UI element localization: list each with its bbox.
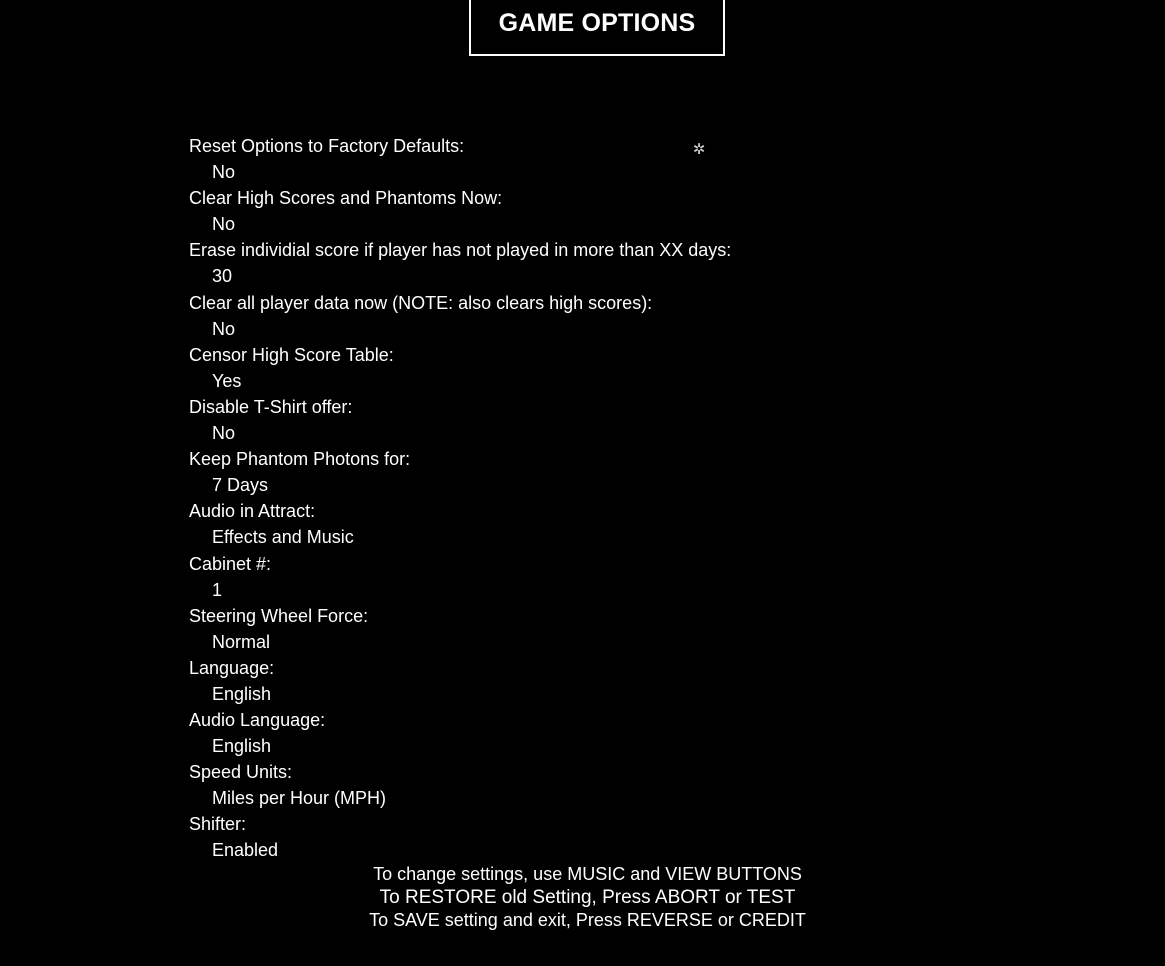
option-value[interactable]: No	[189, 159, 949, 185]
option-label: Erase individial score if player has not…	[189, 240, 732, 261]
option-value[interactable]: English	[189, 733, 949, 759]
option-label: Language:	[189, 657, 275, 678]
game-options-screen: GAME OPTIONS ✲ Reset Options to Factory …	[0, 0, 1165, 966]
option-value[interactable]: English	[189, 681, 949, 707]
page-title: GAME OPTIONS	[498, 8, 696, 37]
option-value[interactable]: No	[189, 420, 949, 446]
option-value[interactable]: 1	[189, 577, 949, 603]
option-speed-units[interactable]: Speed Units: Miles per Hour (MPH)	[189, 759, 949, 811]
option-label: Speed Units:	[189, 762, 293, 783]
option-label: Keep Phantom Photons for:	[189, 449, 411, 470]
option-value[interactable]: Effects and Music	[189, 524, 949, 550]
option-label: Shifter:	[189, 814, 247, 835]
option-steering-wheel-force[interactable]: Steering Wheel Force: Normal	[189, 603, 949, 655]
option-label: Clear High Scores and Phantoms Now:	[189, 188, 503, 209]
option-clear-high-scores[interactable]: Clear High Scores and Phantoms Now: No	[189, 185, 949, 237]
option-value[interactable]: 30	[189, 263, 949, 289]
option-cabinet-number[interactable]: Cabinet #: 1	[189, 551, 949, 603]
option-audio-language[interactable]: Audio Language: English	[189, 707, 949, 759]
option-label: Audio in Attract:	[189, 501, 316, 522]
option-label: Audio Language:	[189, 710, 326, 731]
option-reset-factory-defaults[interactable]: Reset Options to Factory Defaults: No	[189, 133, 949, 185]
option-label: Reset Options to Factory Defaults:	[189, 136, 465, 156]
option-label: Clear all player data now (NOTE: also cl…	[189, 292, 653, 313]
option-label: Cabinet #:	[189, 553, 272, 574]
option-value[interactable]: No	[189, 211, 949, 237]
option-clear-player-data[interactable]: Clear all player data now (NOTE: also cl…	[189, 290, 949, 342]
options-list: Reset Options to Factory Defaults: No Cl…	[189, 133, 949, 864]
instructions-footer: To change settings, use MUSIC and VIEW B…	[0, 862, 1165, 931]
option-censor-high-score-table[interactable]: Censor High Score Table: Yes	[189, 342, 949, 394]
instruction-restore-setting: To RESTORE old Setting, Press ABORT or T…	[379, 887, 796, 908]
option-label: Disable T-Shirt offer:	[189, 396, 353, 417]
option-label: Steering Wheel Force:	[189, 605, 369, 626]
title-box: GAME OPTIONS	[469, 0, 725, 56]
option-value[interactable]: No	[189, 316, 949, 342]
option-value[interactable]: 7 Days	[189, 472, 949, 498]
option-language[interactable]: Language: English	[189, 655, 949, 707]
option-value[interactable]: Miles per Hour (MPH)	[189, 785, 949, 811]
option-value[interactable]: Enabled	[189, 837, 949, 863]
instruction-save-setting: To SAVE setting and exit, Press REVERSE …	[369, 910, 806, 930]
option-erase-individual-score[interactable]: Erase individial score if player has not…	[189, 237, 949, 289]
option-value[interactable]: Normal	[189, 629, 949, 655]
option-label: Censor High Score Table:	[189, 344, 394, 365]
option-disable-tshirt-offer[interactable]: Disable T-Shirt offer: No	[189, 394, 949, 446]
option-value[interactable]: Yes	[189, 368, 949, 394]
option-shifter[interactable]: Shifter: Enabled	[189, 811, 949, 863]
instruction-change-settings: To change settings, use MUSIC and VIEW B…	[373, 864, 802, 884]
option-keep-phantom-photons[interactable]: Keep Phantom Photons for: 7 Days	[189, 446, 949, 498]
option-audio-in-attract[interactable]: Audio in Attract: Effects and Music	[189, 498, 949, 550]
